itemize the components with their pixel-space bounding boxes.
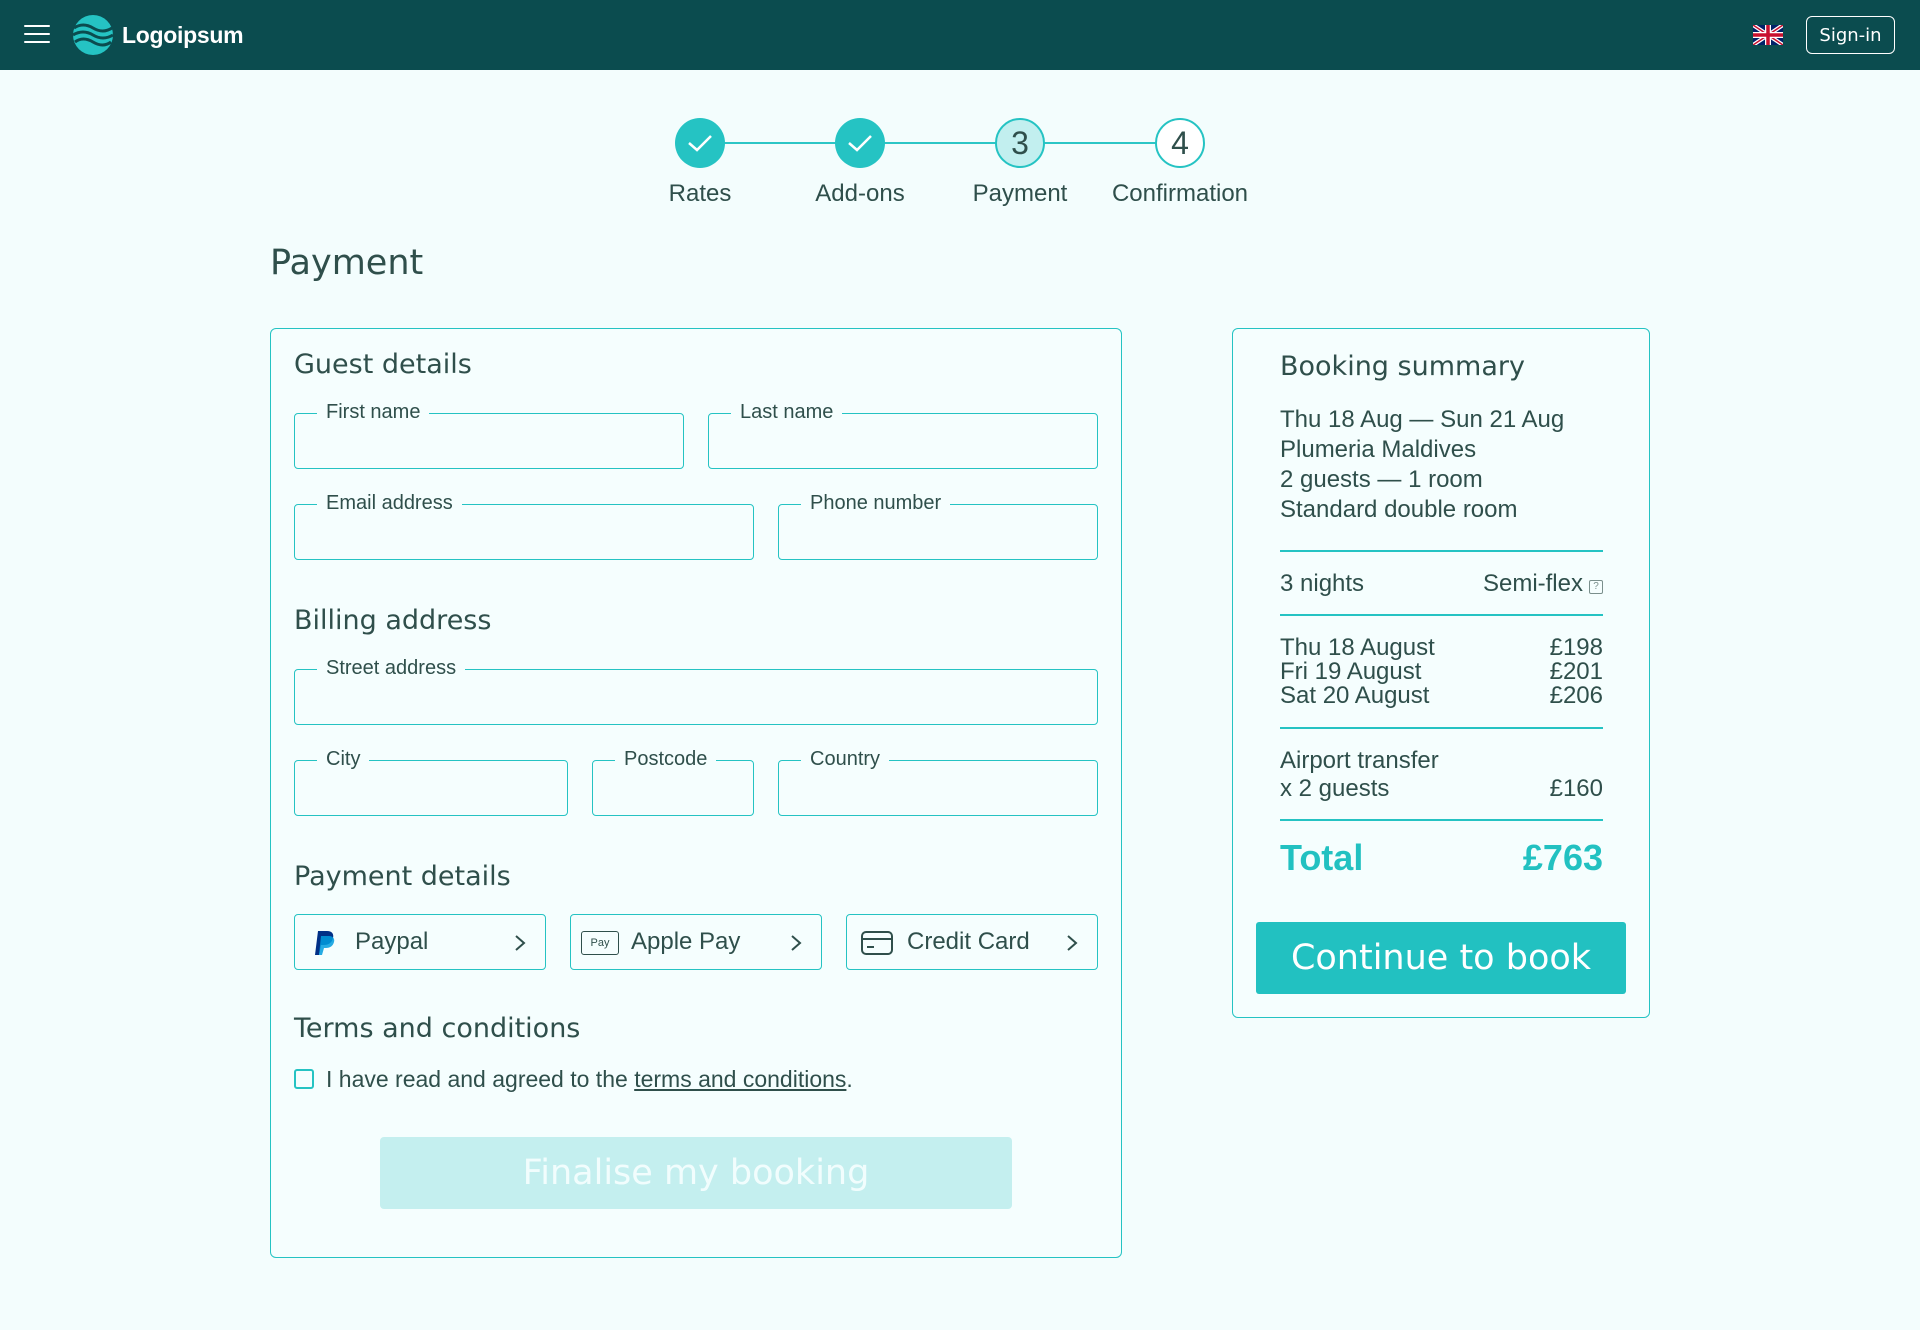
divider: [1280, 550, 1603, 552]
apple-pay-label: Apple Pay: [631, 928, 741, 955]
chevron-right-icon: [515, 935, 526, 951]
nightly-price-row: Sat 20 August £206: [1280, 682, 1603, 710]
last-name-label: Last name: [731, 400, 843, 424]
apple-pay-icon: Pay: [581, 931, 619, 955]
chevron-right-icon: [1067, 935, 1078, 951]
addon-quantity: x 2 guests: [1280, 775, 1390, 802]
logo-text: Logoipsum: [122, 21, 244, 48]
street-address-label: Street address: [317, 656, 466, 680]
street-address-field[interactable]: Street address: [294, 656, 1098, 725]
step-label: Payment: [972, 180, 1068, 207]
guest-details-heading: Guest details: [294, 349, 472, 380]
step-label: Confirmation: [1111, 180, 1249, 207]
logo-waves-icon: [72, 15, 114, 55]
booking-details: Thu 18 Aug — Sun 21 Aug Plumeria Maldive…: [1280, 405, 1564, 525]
step-number-circle: 4: [1155, 118, 1205, 168]
terms-link[interactable]: terms and conditions: [634, 1066, 846, 1092]
step-complete-circle: [675, 118, 725, 168]
postcode-field[interactable]: Postcode: [592, 747, 754, 816]
uk-flag-icon[interactable]: [1753, 25, 1783, 45]
page-title: Payment: [270, 243, 424, 283]
terms-text-before: I have read and agreed to the: [326, 1066, 635, 1092]
billing-address-heading: Billing address: [294, 605, 492, 636]
addon-detail: x 2 guests £160: [1280, 775, 1603, 803]
chevron-right-icon: [791, 935, 802, 951]
rate-type-label: Semi-flex: [1482, 570, 1583, 597]
payment-form-card: Guest details First name Last name Email…: [270, 328, 1122, 1258]
info-icon[interactable]: ?: [1589, 580, 1603, 594]
country-label: Country: [801, 747, 890, 771]
payment-details-heading: Payment details: [294, 861, 511, 892]
top-navigation-bar: Logoipsum Sign-in: [0, 0, 1920, 70]
total-value: £763: [1522, 837, 1603, 878]
phone-label: Phone number: [801, 491, 951, 515]
divider: [1280, 614, 1603, 616]
credit-card-label: Credit Card: [907, 928, 1030, 955]
email-label: Email address: [317, 491, 462, 515]
apple-pay-button[interactable]: Pay Apple Pay: [570, 914, 822, 970]
rate-type: Semi-flex?: [1483, 570, 1603, 598]
addon-row: Airport transfer x 2 guests £160: [1280, 747, 1603, 803]
booking-summary-card: Booking summary Thu 18 Aug — Sun 21 Aug …: [1232, 328, 1650, 1018]
first-name-field[interactable]: First name: [294, 400, 684, 469]
step-add-ons[interactable]: Add-ons: [770, 118, 950, 208]
paypal-icon: [307, 929, 343, 957]
addon-price: £160: [1549, 775, 1603, 802]
menu-icon[interactable]: [24, 25, 50, 45]
step-confirmation: 4 Confirmation: [1090, 118, 1270, 208]
terms-checkbox[interactable]: [294, 1069, 314, 1089]
credit-card-button[interactable]: Credit Card: [846, 914, 1098, 970]
step-label: Add-ons: [815, 180, 905, 207]
booking-dates: Thu 18 Aug — Sun 21 Aug: [1280, 406, 1565, 433]
guests-rooms: 2 guests — 1 room: [1280, 466, 1483, 493]
addon-name: Airport transfer: [1280, 747, 1439, 774]
divider: [1280, 819, 1603, 821]
step-label: Rates: [668, 180, 732, 207]
nights-rate-row: 3 nights Semi-flex?: [1280, 570, 1603, 598]
first-name-label: First name: [317, 400, 430, 424]
credit-card-icon: [859, 929, 895, 957]
total-label: Total: [1280, 837, 1364, 878]
booking-summary-heading: Booking summary: [1280, 351, 1525, 382]
last-name-field[interactable]: Last name: [708, 400, 1098, 469]
divider: [1280, 727, 1603, 729]
phone-field[interactable]: Phone number: [778, 491, 1098, 560]
postcode-label: Postcode: [615, 747, 717, 771]
night-date: Sat 20 August: [1280, 682, 1430, 709]
terms-text: I have read and agreed to the terms and …: [326, 1066, 853, 1093]
email-field[interactable]: Email address: [294, 491, 754, 560]
sign-in-button[interactable]: Sign-in: [1806, 16, 1895, 54]
step-complete-circle: [835, 118, 885, 168]
paypal-label: Paypal: [355, 928, 429, 955]
room-type: Standard double room: [1280, 496, 1518, 523]
terms-heading: Terms and conditions: [294, 1013, 581, 1044]
step-payment: 3 Payment: [930, 118, 1110, 208]
logo[interactable]: Logoipsum: [72, 14, 244, 56]
night-price: £206: [1549, 682, 1603, 709]
checkmark-icon: [848, 135, 872, 152]
continue-to-book-button[interactable]: Continue to book: [1256, 922, 1626, 994]
paypal-button[interactable]: Paypal: [294, 914, 546, 970]
apple-pay-badge-text: Pay: [590, 937, 610, 949]
checkmark-icon: [688, 135, 712, 152]
step-number-circle: 3: [995, 118, 1045, 168]
city-field[interactable]: City: [294, 747, 568, 816]
country-field[interactable]: Country: [778, 747, 1098, 816]
city-label: City: [317, 747, 370, 771]
finalise-booking-button[interactable]: Finalise my booking: [380, 1137, 1012, 1209]
hotel-name: Plumeria Maldives: [1280, 436, 1477, 463]
step-rates[interactable]: Rates: [610, 118, 790, 208]
nights-count: 3 nights: [1280, 570, 1365, 597]
booking-stepper: Rates Add-ons 3 Payment 4 Confirmation: [0, 118, 1920, 218]
total-row: Total £763: [1280, 837, 1603, 879]
terms-text-after: .: [846, 1066, 853, 1092]
